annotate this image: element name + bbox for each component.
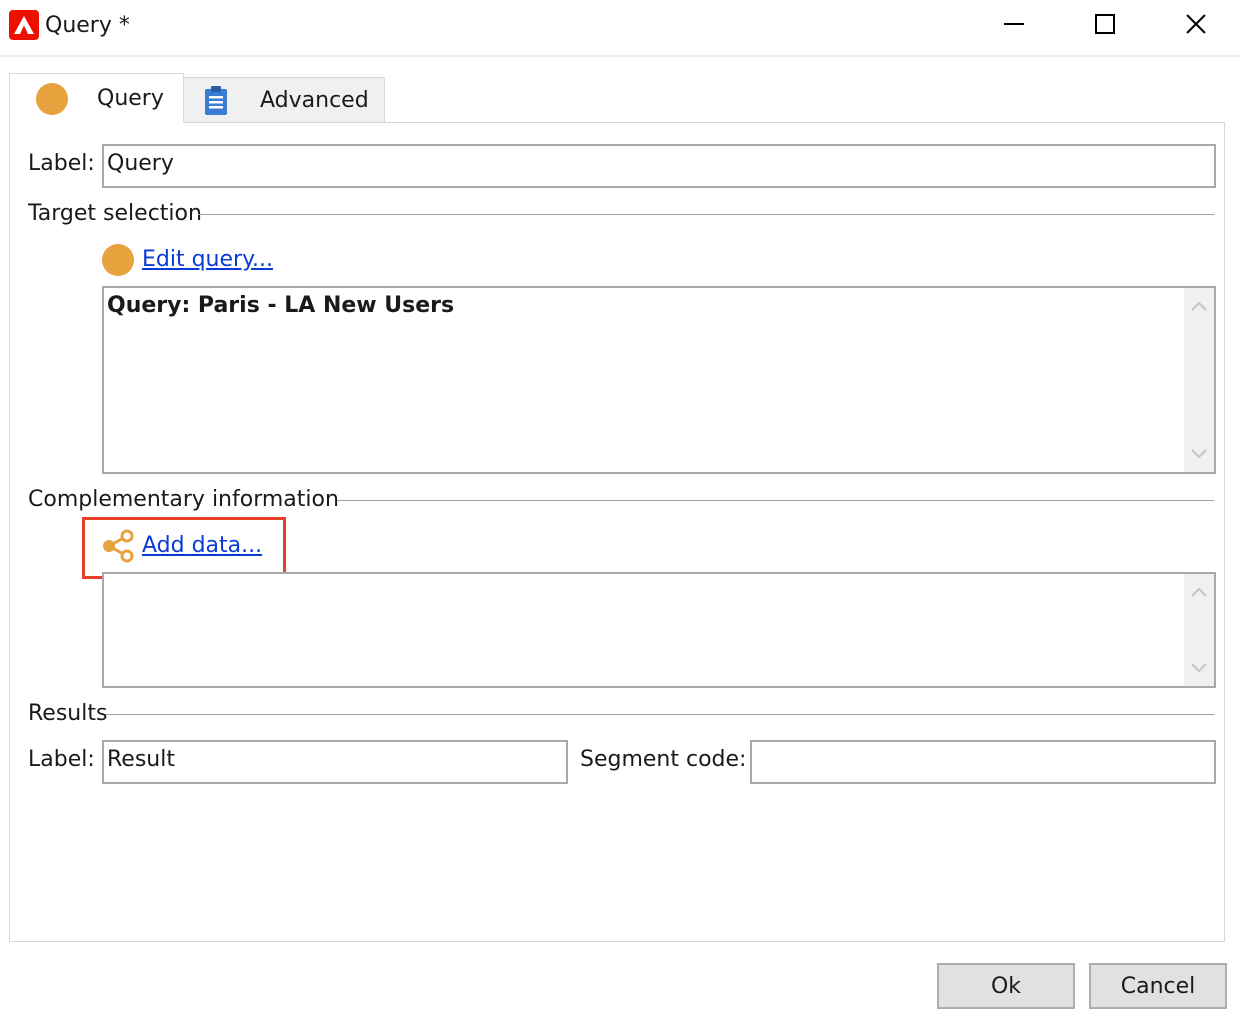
query-description-scrollbar[interactable] (1184, 288, 1214, 472)
scroll-down-icon[interactable] (1184, 442, 1214, 466)
segment-code-caption: Segment code: (580, 747, 747, 772)
complementary-information-divider (337, 500, 1214, 501)
window-title: Query * (45, 13, 130, 38)
tab-advanced-label: Advanced (260, 87, 369, 113)
maximize-button[interactable] (1059, 0, 1151, 52)
scroll-up-icon[interactable] (1184, 580, 1214, 604)
target-selection-heading: Target selection (28, 201, 202, 226)
results-divider (106, 714, 1214, 715)
complementary-information-heading: Complementary information (28, 487, 339, 512)
add-data-link[interactable]: Add data... (142, 531, 262, 561)
cancel-button[interactable]: Cancel (1089, 963, 1227, 1009)
adobe-logo-icon (9, 10, 39, 40)
close-button[interactable] (1150, 0, 1240, 52)
edit-query-link[interactable]: Edit query... (142, 245, 273, 275)
minimize-button[interactable] (968, 0, 1060, 52)
complementary-data-box (102, 572, 1216, 688)
clipboard-icon (203, 84, 229, 116)
label-input[interactable]: Query (102, 144, 1216, 188)
result-label-caption: Label: (28, 747, 95, 772)
label-caption: Label: (28, 151, 95, 176)
segment-code-input[interactable] (750, 740, 1216, 784)
close-icon (1185, 13, 1207, 39)
tab-query-label: Query (97, 86, 164, 111)
ok-button[interactable]: Ok (937, 963, 1075, 1009)
tab-advanced[interactable]: Advanced (183, 77, 385, 122)
query-circle-icon (36, 82, 68, 115)
query-description-box: Query: Paris - LA New Users (102, 286, 1216, 474)
scroll-up-icon[interactable] (1184, 294, 1214, 318)
target-selection-divider (198, 214, 1214, 215)
query-description-text: Query: Paris - LA New Users (107, 293, 455, 318)
title-bar-divider (0, 55, 1240, 57)
tab-query[interactable]: Query (9, 73, 184, 123)
scroll-down-icon[interactable] (1184, 656, 1214, 680)
result-label-input[interactable]: Result (102, 740, 568, 784)
complementary-data-scrollbar[interactable] (1184, 574, 1214, 686)
query-circle-icon (102, 244, 134, 276)
results-heading: Results (28, 701, 108, 726)
maximize-icon (1094, 13, 1116, 39)
minimize-icon (1003, 13, 1025, 39)
cancel-button-label: Cancel (1120, 973, 1196, 999)
share-icon (100, 528, 136, 564)
ok-button-label: Ok (990, 973, 1022, 999)
